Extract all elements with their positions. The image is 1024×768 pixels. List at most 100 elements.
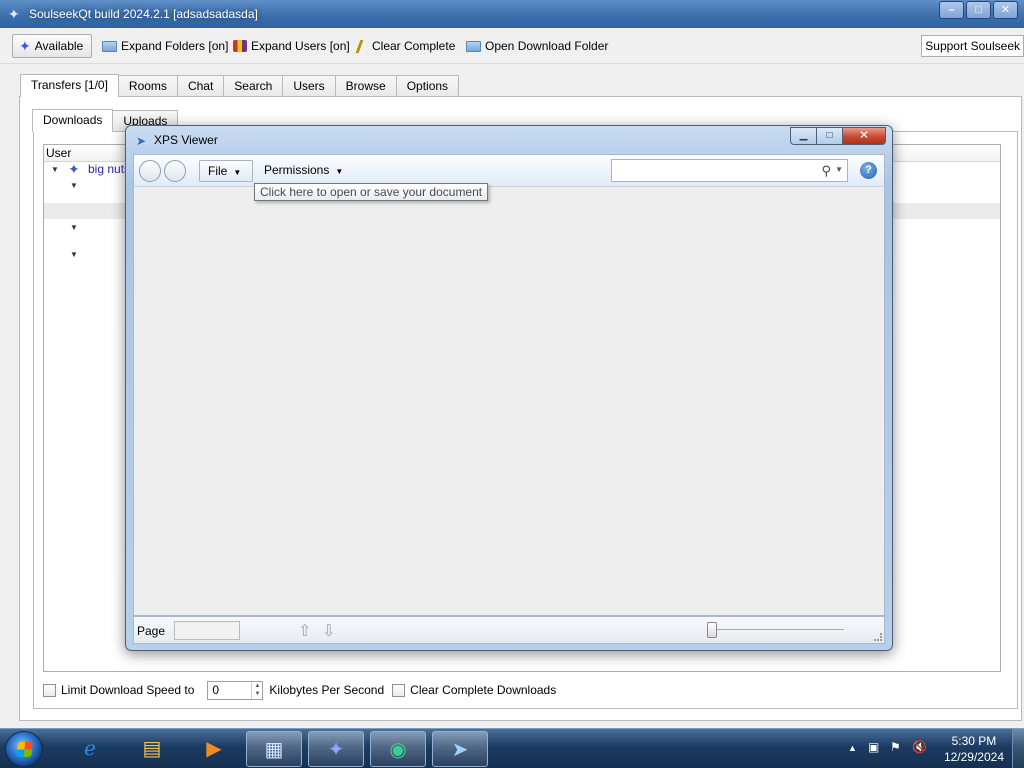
limit-speed-label: Limit Download Speed to (61, 683, 195, 697)
main-toolbar: ✦ Available Expand Folders [on] Expand U… (0, 28, 1024, 64)
maximize-button[interactable]: □ (966, 1, 991, 19)
expand-folders-button[interactable]: Expand Folders [on] (98, 34, 232, 58)
system-tray: ▲ ▣ ⚑ 🔇 5:30 PM 12/29/2024 (834, 729, 1024, 768)
search-input[interactable]: ⚲ ▼ (611, 159, 848, 182)
soulseek-bird-icon[interactable]: ✦ (308, 731, 364, 767)
tab-search[interactable]: Search (223, 75, 284, 97)
zoom-slider-track[interactable] (712, 629, 844, 630)
xps-window-title: XPS Viewer (154, 133, 218, 147)
expand-users-button[interactable]: Expand Users [on] (229, 34, 354, 58)
previous-page-icon[interactable]: ⇧ (298, 621, 311, 641)
minimize-button[interactable]: – (939, 1, 964, 19)
clock-date: 12/29/2024 (943, 750, 1004, 764)
soulseek-bird-icon: ✦ (8, 6, 20, 22)
main-titlebar[interactable]: ✦ SoulseekQt build 2024.2.1 [adsadsadasd… (0, 0, 1024, 28)
available-button[interactable]: ✦ Available (12, 34, 92, 58)
chevron-down-icon[interactable]: ▼ (835, 165, 843, 174)
expand-folders-label: Expand Folders [on] (121, 39, 229, 53)
explorer-folder-icon[interactable]: ▤ (124, 731, 180, 767)
expand-arrow-icon[interactable]: ▼ (51, 165, 59, 174)
zoom-slider-thumb[interactable] (707, 622, 717, 638)
tab-options[interactable]: Options (395, 75, 460, 97)
show-hidden-icons-icon[interactable]: ▲ (848, 743, 857, 753)
main-window-controls: – □ ✕ (939, 1, 1018, 19)
clear-complete-downloads-checkbox[interactable] (392, 683, 406, 697)
xps-status-bar: Page ⇧ ⇩ (133, 616, 885, 644)
show-desktop-button[interactable] (1012, 729, 1024, 768)
file-menu-button[interactable]: File ▼ (199, 160, 253, 182)
download-options-bar: Limit Download Speed to 0 ▲ ▼ Kilobytes P… (43, 680, 556, 700)
folder-icon (466, 40, 481, 52)
xps-titlebar[interactable]: ➤ XPS Viewer ▁ □ ✕ (126, 126, 892, 154)
tab-users[interactable]: Users (282, 75, 336, 97)
chevron-down-icon: ▼ (335, 167, 344, 176)
users-icon (233, 40, 247, 52)
tab-downloads[interactable]: Downloads (32, 109, 114, 132)
expand-users-label: Expand Users [on] (251, 39, 350, 53)
clear-complete-label: Clear Complete (372, 39, 456, 53)
close-button[interactable]: ✕ (993, 1, 1018, 19)
peer-username[interactable]: big nuts (88, 162, 130, 176)
taskbar-app-3-icon[interactable]: ◉ (370, 731, 426, 767)
tab-chat[interactable]: Chat (176, 75, 225, 97)
main-window-title: SoulseekQt build 2024.2.1 [adsadsadasda] (29, 7, 258, 21)
document-view[interactable]: Click here to open or save your document (133, 183, 885, 616)
limit-speed-checkbox[interactable] (43, 683, 56, 697)
spin-arrows-icon[interactable]: ▲ ▼ (251, 681, 262, 699)
column-user[interactable]: User (46, 146, 71, 160)
tab-browse[interactable]: Browse (334, 75, 397, 97)
folder-icon (102, 40, 117, 52)
resize-grip-icon[interactable] (874, 633, 882, 641)
speed-limit-spinbox[interactable]: 0 ▲ ▼ (207, 680, 264, 700)
start-button[interactable] (5, 731, 43, 767)
action-center-flag-icon[interactable]: ⚑ (890, 740, 901, 754)
windows-start-icon (16, 742, 33, 757)
speed-limit-value: 0 (212, 682, 220, 697)
search-icon[interactable]: ⚲ (821, 163, 831, 179)
tab-transfers[interactable]: Transfers [1/0] (20, 74, 119, 97)
file-menu-label: File (208, 164, 228, 178)
file-menu-tooltip: Click here to open or save your document (254, 183, 489, 201)
taskbar-app-1-icon[interactable]: ▦ (246, 731, 302, 767)
broom-icon (355, 39, 371, 53)
back-button[interactable] (139, 160, 161, 182)
kbps-label: Kilobytes Per Second (269, 683, 385, 697)
expand-arrow-icon[interactable]: ▼ (70, 181, 78, 190)
windows-taskbar: ℯ ▤ ▶ ▦ ✦ ◉ ➤ ▲ ▣ ⚑ 🔇 5:30 PM 12/29/2024 (0, 728, 1024, 768)
minimize-button[interactable]: ▁ (790, 127, 816, 145)
close-button[interactable]: ✕ (842, 127, 886, 145)
expand-arrow-icon[interactable]: ▼ (70, 250, 78, 259)
forward-button[interactable] (164, 160, 186, 182)
clear-complete-button[interactable]: Clear Complete (354, 34, 459, 58)
open-download-folder-button[interactable]: Open Download Folder (462, 34, 612, 58)
tab-rooms[interactable]: Rooms (117, 75, 178, 97)
page-label: Page (137, 624, 166, 638)
next-page-icon[interactable]: ⇩ (322, 621, 335, 641)
expand-arrow-icon[interactable]: ▼ (70, 223, 78, 232)
xps-viewer-window: ➤ XPS Viewer ▁ □ ✕ File ▼ Permissions ▼ ⚲ … (125, 125, 893, 651)
clock-time: 5:30 PM (951, 734, 997, 748)
soulseek-bird-icon: ✦ (19, 37, 31, 54)
internet-explorer-icon[interactable]: ℯ (62, 731, 118, 767)
network-icon[interactable]: ▣ (868, 740, 879, 754)
open-download-folder-label: Open Download Folder (485, 39, 609, 53)
permissions-menu-label: Permissions (264, 163, 330, 177)
media-player-icon[interactable]: ▶ (186, 731, 242, 767)
xps-command-bar: File ▼ Permissions ▼ ⚲ ▼ ? (133, 154, 885, 186)
available-label: Available (34, 39, 84, 53)
volume-muted-icon[interactable]: 🔇 (912, 740, 927, 754)
xps-viewer-icon[interactable]: ➤ (432, 731, 488, 767)
help-icon[interactable]: ? (860, 162, 877, 179)
support-label: Support Soulseek (925, 39, 1020, 53)
support-soulseek-button[interactable]: Support Soulseek (921, 35, 1024, 57)
soulseek-bird-icon: ✦ (68, 161, 80, 177)
chevron-down-icon: ▼ (233, 168, 242, 177)
clear-complete-downloads-label: Clear Complete Downloads (410, 683, 557, 697)
page-number-input[interactable] (174, 621, 240, 640)
xps-window-controls: ▁ □ ✕ (790, 127, 886, 145)
maximize-button[interactable]: □ (816, 127, 842, 145)
permissions-menu-button[interactable]: Permissions ▼ (256, 160, 351, 182)
main-tabs: Transfers [1/0] Rooms Chat Search Users … (20, 74, 460, 97)
taskbar-clock[interactable]: 5:30 PM 12/29/2024 (944, 733, 1004, 765)
xps-viewer-icon: ➤ (136, 134, 147, 148)
